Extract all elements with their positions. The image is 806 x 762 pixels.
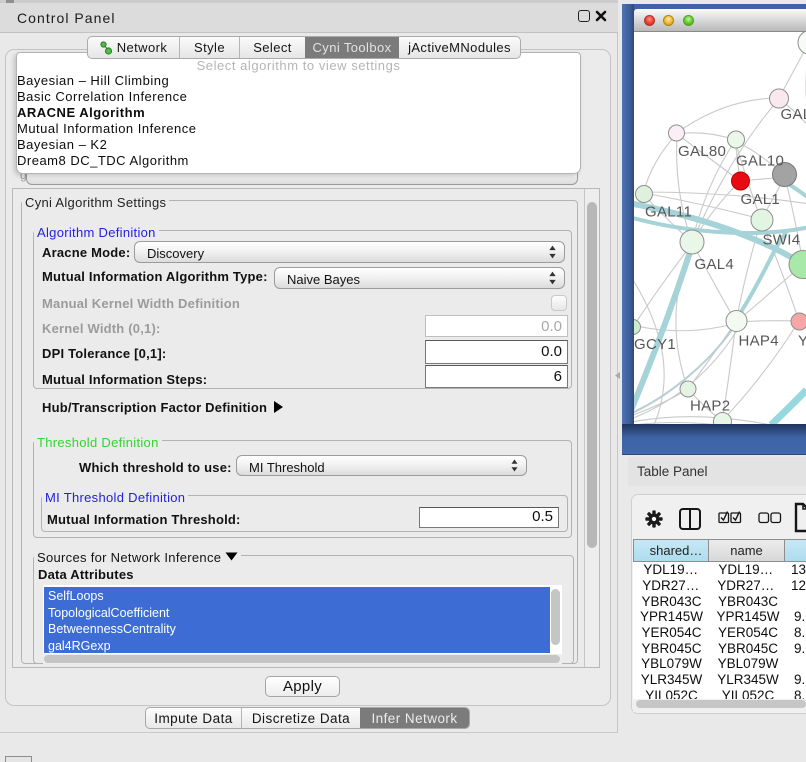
svg-text:GAL4: GAL4 (695, 256, 735, 273)
svg-text:GCY1: GCY1 (634, 336, 676, 353)
svg-text:Y: Y (798, 333, 806, 350)
svg-text:HAP2: HAP2 (690, 398, 730, 415)
svg-text:SWI4: SWI4 (763, 232, 801, 249)
svg-text:GAL80: GAL80 (678, 143, 726, 160)
svg-text:GAL10: GAL10 (736, 153, 784, 170)
svg-text:HAP4: HAP4 (739, 333, 779, 350)
svg-text:GAL11: GAL11 (645, 204, 692, 221)
svg-text:GAL2: GAL2 (781, 106, 806, 123)
svg-text:GAL1: GAL1 (741, 191, 781, 208)
